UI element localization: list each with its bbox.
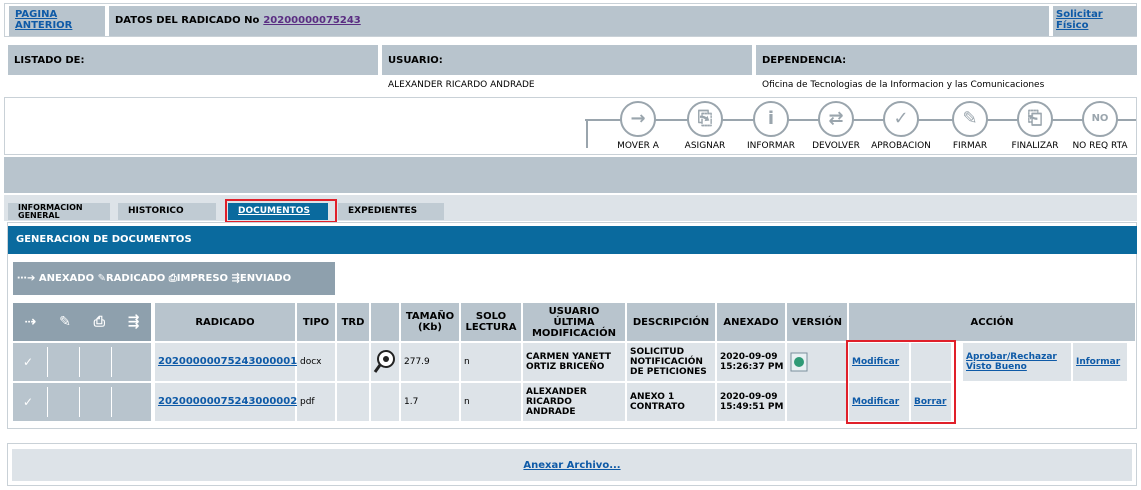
row-state-cells: ✓ [13,343,151,381]
section-title: GENERACION DE DOCUMENTOS [8,226,1137,254]
usuario-value: CARMEN YANETT ORTIZ BRICEÑO [523,343,625,381]
solicitar-fisico-link[interactable]: Solicitar Físico [1056,9,1103,31]
action-informar[interactable]: i INFORMAR [740,101,802,151]
state-icons-header: ⇢ ✎ ⎙ ⇶ [13,303,151,341]
action-label: INFORMAR [746,141,796,151]
check-icon: ✓ [883,101,919,137]
version-cell [787,383,847,421]
descripcion-value: ANEXO 1 CONTRATO [627,383,715,421]
action-label: NO REQ RTA [1072,141,1128,151]
usuario-header: USUARIO: [382,45,752,75]
tab-historico[interactable]: HISTORICO [118,203,216,220]
tab-documentos-highlight [225,199,337,223]
sign-icon: ✎ [952,101,988,137]
solo-lectura-value: n [461,343,521,381]
action-label: FIRMAR [952,141,988,151]
action-finalizar[interactable]: ⎗ FINALIZAR [1004,101,1066,151]
col-usuario: USUARIO ÚLTIMA MODIFICACIÓN [523,303,625,341]
anexado-icon: ⋯➔ [17,273,36,284]
assign-icon: ⎘ [687,101,723,137]
tamano-value: 277.9 [401,343,459,381]
listado-header: LISTADO DE: [8,45,378,75]
col-radicado: RADICADO [155,303,295,341]
action-aprobacion[interactable]: ✓ APROBACION [870,101,932,151]
state-legend: ⋯➔ ANEXADO ✎ RADICADO ⎙ IMPRESO ⇶ ENVIADO [13,262,335,295]
action-label: MOVER A [617,141,659,151]
tab-expedientes[interactable]: EXPEDIENTES [338,203,444,220]
action-label: APROBACION [871,141,931,151]
solicitar-fisico-cell: Solicitar Físico [1053,6,1137,36]
radicado-header-cell: DATOS DEL RADICADO No 20200000075243 [109,6,1049,36]
action-devolver[interactable]: ⇄ DEVOLVER [805,101,867,151]
col-view [371,303,399,341]
actions-highlight [846,340,956,424]
tab-informacion-general[interactable]: INFORMACION GENERAL [8,203,110,220]
impreso-state-icon: ⎙ [93,313,105,330]
finalize-icon: ⎗ [1017,101,1053,137]
radicado-icon: ✎ [97,273,106,284]
col-tipo: TIPO [297,303,335,341]
radicado-header-label: DATOS DEL RADICADO No [115,15,260,26]
enviado-state-icon: ⇶ [127,313,140,330]
descripcion-value: SOLICITUD NOTIFICACIÓN DE PETICIONES [627,343,715,381]
check-icon: ✓ [23,355,34,369]
action-label: DEVOLVER [812,141,860,151]
col-version: VERSIÓN [787,303,847,341]
action-mover-a[interactable]: → MOVER A [607,101,669,151]
action-asignar[interactable]: ⎘ ASIGNAR [674,101,736,151]
action-label: ASIGNAR [684,141,726,151]
row-state-cells: ✓ [13,383,151,421]
info-icon: i [753,101,789,137]
informar-link[interactable]: Informar [1076,357,1120,367]
tamano-value: 1.7 [401,383,459,421]
radicado-link[interactable]: 20200000075243000002 [158,397,297,407]
trd-value [337,383,369,421]
anexado-state-icon: ⇢ [24,313,37,330]
radicado-link[interactable]: 20200000075243000001 [158,357,297,367]
anexar-bar: Anexar Archivo... [12,449,1132,481]
sent-icon: ⇶ [231,273,240,284]
magnifier-icon[interactable] [373,349,397,375]
arrow-right-icon: → [620,101,656,137]
dependencia-header: DEPENDENCIA: [756,45,1137,75]
printer-icon: ⎙ [168,273,177,284]
anexado-date: 2020-09-09 15:49:51 PM [717,383,785,421]
radicado-state-icon: ✎ [59,313,71,330]
previous-page-cell: PAGINA ANTERIOR [9,6,105,36]
tipo-value: pdf [297,383,335,421]
trd-value [337,343,369,381]
col-solo-lectura: SOLO LECTURA [461,303,521,341]
col-trd: TRD [337,303,369,341]
no-response-icon: NO [1082,101,1118,137]
top-bar: PAGINA ANTERIOR DATOS DEL RADICADO No 2020… [4,3,1137,37]
col-anexado: ANEXADO [717,303,785,341]
anexar-archivo-link[interactable]: Anexar Archivo... [523,460,620,471]
solo-lectura-value: n [461,383,521,421]
radicado-number-link[interactable]: 20200000075243 [263,15,360,26]
usuario-value: ALEXANDER RICARDO ANDRADE [523,383,625,421]
action-no-req-rta[interactable]: NO NO REQ RTA [1069,101,1131,151]
return-icon: ⇄ [818,101,854,137]
col-tamano: TAMAÑO (Kb) [401,303,459,341]
col-descripcion: DESCRIPCIÓN [627,303,715,341]
view-cell [371,383,399,421]
tipo-value: docx [297,343,335,381]
action-firmar[interactable]: ✎ FIRMAR [939,101,1001,151]
action-toolbar: → MOVER A ⎘ ASIGNAR i INFORMAR ⇄ DEVOLVER ✓ APROB… [4,97,1137,155]
anexado-date: 2020-09-09 15:26:37 PM [717,343,785,381]
check-icon: ✓ [23,395,34,409]
aprobar-rechazar-link[interactable]: Aprobar/Rechazar Visto Bueno [966,352,1057,372]
status-band [4,157,1137,193]
action-label: FINALIZAR [1011,141,1059,151]
dependencia-value: Oficina de Tecnologias de la Informacion… [762,80,1045,90]
version-document-icon[interactable] [790,352,808,372]
col-accion: ACCIÓN [849,303,1135,341]
previous-page-link[interactable]: PAGINA ANTERIOR [15,9,72,31]
usuario-value: ALEXANDER RICARDO ANDRADE [388,80,535,90]
